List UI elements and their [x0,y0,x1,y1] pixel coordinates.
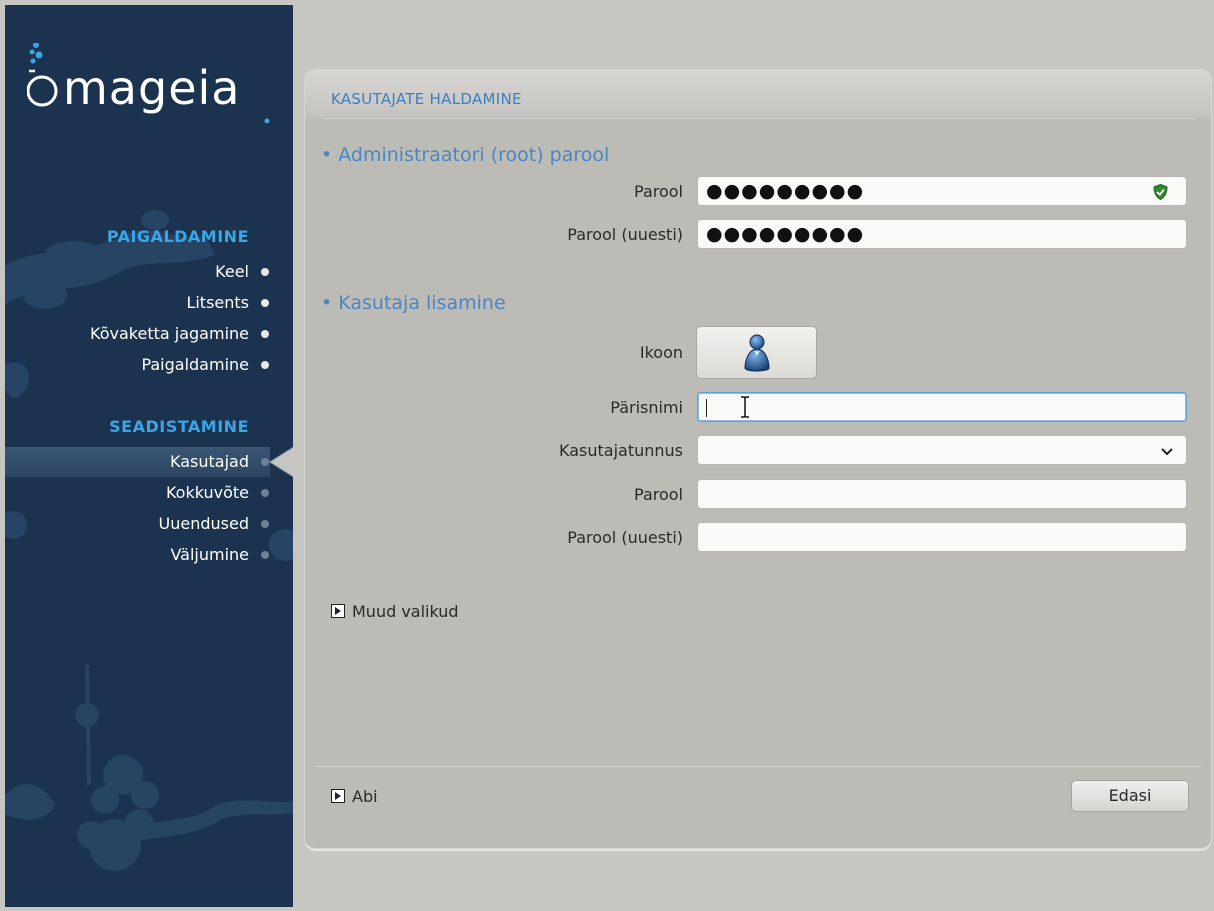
step-label: Uuendused [158,514,249,533]
real-name-label: Pärisnimi [610,398,683,417]
step-label: Kokkuvõte [165,483,249,502]
step-language: Keel [215,257,269,287]
root-password-repeat-field[interactable]: ●●●●●●●●● [697,219,1187,249]
user-password-repeat-field[interactable] [697,522,1187,552]
user-icon [744,334,770,372]
user-icon-button[interactable] [696,326,817,379]
page-title: KASUTAJATE HALDAMINE [331,90,522,108]
step-label: Kõvaketta jagamine [90,324,249,343]
root-password-repeat-value: ●●●●●●●●● [706,223,865,245]
more-options-expander[interactable]: Muud valikud [331,602,459,622]
chevron-down-icon[interactable] [1160,442,1174,460]
step-users: Kasutajad [170,447,269,477]
step-installing: Paigaldamine [141,350,269,380]
step-label: Kasutajad [170,452,249,471]
header-divider [323,118,1195,119]
sidebar: mageia PAIGALDAMINE Keel Litsents Kõvake… [5,5,293,907]
username-combobox[interactable] [697,435,1187,465]
user-password-label: Parool [634,485,683,504]
step-done-dot-icon [261,268,269,276]
step-exit: Väljumine [170,540,269,570]
help-label: Abi [352,787,378,806]
step-pending-dot-icon [261,520,269,528]
section-title-install: PAIGALDAMINE [106,227,249,246]
expander-arrow-icon [331,789,345,803]
step-label: Litsents [186,293,249,312]
expander-arrow-icon [331,604,345,618]
step-done-dot-icon [261,361,269,369]
step-label: Väljumine [170,545,249,564]
step-summary: Kokkuvõte [165,478,269,508]
root-password-field[interactable]: ●●●●●●●●● [697,176,1187,206]
step-done-dot-icon [261,299,269,307]
user-management-panel: KASUTAJATE HALDAMINE • Administraatori (… [305,70,1211,848]
step-label: Keel [215,262,249,281]
bottom-divider [315,766,1201,767]
root-password-repeat-label: Parool (uuesti) [567,225,683,244]
step-pending-dot-icon [261,551,269,559]
help-expander[interactable]: Abi [331,787,378,807]
step-pending-dot-icon [261,458,269,466]
current-step-arrow-icon [269,446,293,478]
user-password-repeat-label: Parool (uuesti) [567,528,683,547]
step-pending-dot-icon [261,489,269,497]
user-icon-label: Ikoon [639,343,683,362]
more-options-label: Muud valikud [352,602,459,621]
step-label: Paigaldamine [141,355,249,374]
step-license: Litsents [186,288,269,318]
step-done-dot-icon [261,330,269,338]
root-password-value: ●●●●●●●●● [706,180,865,202]
username-label: Kasutajatunnus [559,441,683,460]
section-title-configure: SEADISTAMINE [109,417,249,436]
ibeam-cursor-icon [741,396,749,418]
text-caret [706,399,707,417]
logo-text: mageia [63,61,241,115]
real-name-input[interactable] [697,392,1187,422]
step-updates: Uuendused [158,509,269,539]
next-button[interactable]: Edasi [1071,780,1189,812]
add-user-group-title: • Kasutaja lisamine [321,292,506,314]
root-password-label: Parool [634,182,683,201]
step-partitioning: Kõvaketta jagamine [90,319,269,349]
shield-check-icon [1153,184,1168,200]
admin-password-group-title: • Administraatori (root) parool [321,144,610,166]
user-password-field[interactable] [697,479,1187,509]
